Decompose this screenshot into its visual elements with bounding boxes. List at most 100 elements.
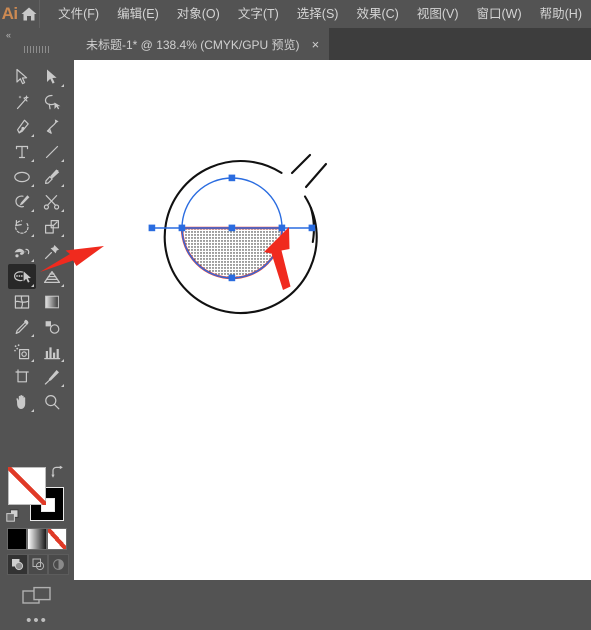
artboard-tool[interactable] [8, 364, 36, 389]
menu-view[interactable]: 视图(V) [408, 0, 468, 28]
gradient-icon [38, 289, 66, 314]
zoom-tool[interactable] [38, 389, 66, 414]
none-slash-icon [8, 467, 46, 505]
anchor-top [228, 174, 236, 182]
lasso-tool[interactable] [38, 89, 66, 114]
menu-object[interactable]: 对象(O) [168, 0, 229, 28]
artwork-svg [148, 153, 328, 315]
tool-corner-indicator [31, 134, 34, 137]
draw-normal[interactable] [7, 554, 28, 575]
free-transform-tool[interactable] [38, 239, 66, 264]
none-slash-icon [48, 529, 66, 549]
tool-corner-indicator [61, 184, 64, 187]
shape-builder-tool[interactable] [8, 264, 36, 289]
shine-mark-2 [304, 162, 328, 189]
artboard-canvas[interactable] [74, 60, 591, 580]
menu-edit[interactable]: 编辑(E) [108, 0, 168, 28]
handle-left-end [148, 224, 156, 232]
anchor-center [228, 224, 236, 232]
tool-corner-indicator [31, 259, 34, 262]
tool-corner-indicator [31, 234, 34, 237]
tool-corner-indicator [61, 359, 64, 362]
change-screen-mode[interactable] [0, 584, 74, 610]
more-tools-button[interactable]: ••• [0, 610, 74, 630]
color-mode-solid[interactable] [7, 528, 27, 550]
tool-corner-indicator [31, 284, 34, 287]
tool-corner-indicator [31, 159, 34, 162]
direct-selection-tool[interactable] [38, 64, 66, 89]
default-fill-stroke-icon[interactable] [6, 509, 20, 523]
type-tool[interactable] [8, 139, 36, 164]
handle-right-end [308, 224, 316, 232]
close-icon[interactable]: × [312, 38, 320, 51]
shine-mark-1 [290, 153, 312, 175]
tool-corner-indicator [31, 184, 34, 187]
anchor-right [278, 224, 286, 232]
column-graph-tool[interactable] [38, 339, 66, 364]
hand-tool[interactable] [8, 389, 36, 414]
menu-select[interactable]: 选择(S) [288, 0, 348, 28]
tool-corner-indicator [61, 384, 64, 387]
tool-corner-indicator [31, 334, 34, 337]
document-tab[interactable]: 未标题-1* @ 138.4% (CMYK/GPU 预览) × [74, 28, 330, 60]
menu-item-list: 文件(F) 编辑(E) 对象(O) 文字(T) 选择(S) 效果(C) 视图(V… [39, 0, 591, 28]
perspective-grid-tool[interactable] [38, 264, 66, 289]
toolbar-drag-handle[interactable] [24, 46, 50, 53]
menu-effect[interactable]: 效果(C) [347, 0, 407, 28]
line-segment-tool[interactable] [38, 139, 66, 164]
magnifier-icon [38, 389, 66, 414]
scissors-tool[interactable] [38, 189, 66, 214]
draw-behind[interactable] [27, 554, 49, 575]
document-tab-bar: 未标题-1* @ 138.4% (CMYK/GPU 预览) × [74, 28, 591, 60]
magic-wand-tool[interactable] [8, 89, 36, 114]
tool-corner-indicator [61, 159, 64, 162]
menu-help[interactable]: 帮助(H) [531, 0, 591, 28]
draw-inside[interactable] [48, 554, 70, 575]
swap-fill-stroke-icon[interactable] [50, 465, 64, 479]
scale-tool[interactable] [38, 214, 66, 239]
arrow-white-icon [8, 64, 36, 89]
tool-corner-indicator [31, 209, 34, 212]
pen-tool[interactable] [8, 114, 36, 139]
fill-stroke-controls [0, 465, 74, 535]
collapse-panel-icon[interactable]: « [6, 30, 11, 40]
shine-marks[interactable] [290, 153, 328, 189]
app-logo: Ai [1, 4, 19, 23]
tool-corner-indicator [31, 409, 34, 412]
home-icon[interactable] [19, 0, 38, 28]
fill-swatch[interactable] [8, 467, 46, 505]
color-mode-gradient[interactable] [27, 528, 47, 550]
tool-corner-indicator [61, 84, 64, 87]
magic-wand-icon [8, 89, 36, 114]
illustrator-window: Ai 文件(F) 编辑(E) 对象(O) 文字(T) 选择(S) 效果(C) 视… [0, 0, 591, 628]
slice-tool[interactable] [38, 364, 66, 389]
menu-type[interactable]: 文字(T) [229, 0, 288, 28]
symbol-sprayer-tool[interactable] [8, 339, 36, 364]
toolbar-header: « [0, 28, 74, 60]
ellipse-tool[interactable] [8, 164, 36, 189]
curvature-tool[interactable] [38, 114, 66, 139]
blend-tool[interactable] [38, 314, 66, 339]
curvature-icon [38, 114, 66, 139]
rotate-tool[interactable] [8, 214, 36, 239]
width-tool[interactable] [8, 239, 36, 264]
selection-tool[interactable] [8, 64, 36, 89]
paintbrush-tool[interactable] [38, 164, 66, 189]
color-mode-none[interactable] [47, 528, 67, 550]
menu-window[interactable]: 窗口(W) [468, 0, 531, 28]
gradient-tool[interactable] [38, 289, 66, 314]
document-tab-title: 未标题-1* @ 138.4% (CMYK/GPU 预览) [86, 37, 300, 52]
mesh-tool[interactable] [8, 289, 36, 314]
menu-file[interactable]: 文件(F) [49, 0, 108, 28]
blend-icon [38, 314, 66, 339]
draw-mode-bar [7, 554, 70, 575]
lasso-icon [38, 89, 66, 114]
anchor-bottom [228, 274, 236, 282]
menu-bar: Ai 文件(F) 编辑(E) 对象(O) 文字(T) 选择(S) 效果(C) 视… [0, 0, 591, 28]
tool-corner-indicator [61, 234, 64, 237]
tool-corner-indicator [61, 259, 64, 262]
shaper-tool[interactable] [8, 189, 36, 214]
mesh-icon [8, 289, 36, 314]
eyedropper-tool[interactable] [8, 314, 36, 339]
color-mode-bar [7, 528, 69, 550]
